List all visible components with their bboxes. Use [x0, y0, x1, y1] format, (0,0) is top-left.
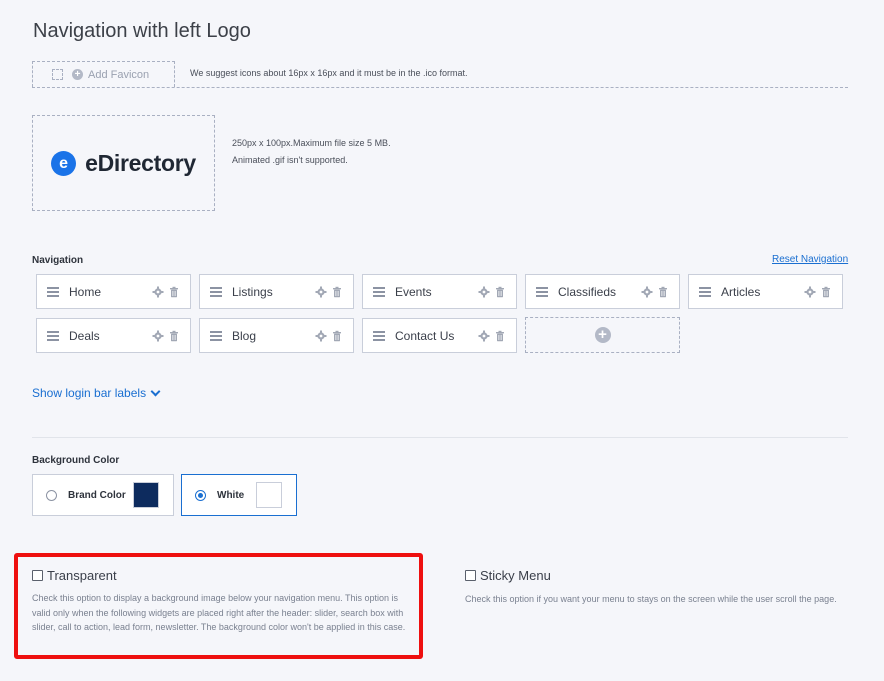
brand-color-swatch: [133, 482, 159, 508]
favicon-placeholder-icon: [52, 69, 63, 80]
drag-handle-icon[interactable]: [373, 330, 385, 341]
trash-icon[interactable]: [657, 286, 669, 298]
show-login-bar-labels-toggle[interactable]: Show login bar labels: [32, 386, 161, 400]
drag-handle-icon[interactable]: [536, 286, 548, 297]
nav-item-listings[interactable]: Listings: [199, 274, 354, 309]
nav-item-deals[interactable]: Deals: [36, 318, 191, 353]
nav-item-label: Classifieds: [558, 284, 617, 299]
nav-item-label: Events: [395, 284, 432, 299]
nav-item-articles[interactable]: Articles: [688, 274, 843, 309]
plus-circle-icon: +: [594, 327, 611, 343]
drag-handle-icon[interactable]: [47, 286, 59, 297]
logo-upload[interactable]: e eDirectory: [32, 115, 215, 211]
favicon-divider: [32, 87, 848, 88]
nav-item-home[interactable]: Home: [36, 274, 191, 309]
drag-handle-icon[interactable]: [210, 330, 222, 341]
gear-icon[interactable]: [152, 286, 164, 298]
trash-icon[interactable]: [494, 286, 506, 298]
brand-color-label: Brand Color: [68, 489, 126, 501]
edirectory-logo-icon: e: [51, 150, 77, 176]
chevron-down-icon: [150, 386, 161, 397]
reset-navigation-link[interactable]: Reset Navigation: [772, 254, 848, 265]
transparent-checkbox[interactable]: [32, 570, 43, 581]
trash-icon[interactable]: [331, 330, 343, 342]
logo-text: eDirectory: [85, 149, 196, 176]
transparent-option[interactable]: Transparent: [32, 568, 117, 583]
add-favicon-button[interactable]: + Add Favicon: [32, 61, 175, 87]
sticky-menu-checkbox[interactable]: [465, 570, 476, 581]
brand-color-option[interactable]: Brand Color: [32, 474, 174, 516]
gear-icon[interactable]: [152, 330, 164, 342]
drag-handle-icon[interactable]: [699, 286, 711, 297]
add-navigation-item-button[interactable]: +: [525, 317, 680, 353]
gear-icon[interactable]: [641, 286, 653, 298]
trash-icon[interactable]: [331, 286, 343, 298]
gear-icon[interactable]: [478, 330, 490, 342]
page-title: Navigation with left Logo: [33, 20, 251, 42]
favicon-hint: We suggest icons about 16px x 16px and i…: [190, 68, 468, 78]
white-color-radio[interactable]: [195, 489, 206, 501]
trash-icon[interactable]: [820, 286, 832, 298]
nav-item-label: Blog: [232, 328, 257, 343]
logo-hint-line2: Animated .gif isn't supported.: [232, 155, 348, 165]
white-color-option[interactable]: White: [181, 474, 297, 516]
nav-item-label: Contact Us: [395, 328, 455, 343]
brand-color-radio[interactable]: [46, 489, 57, 501]
drag-handle-icon[interactable]: [47, 330, 59, 341]
drag-handle-icon[interactable]: [210, 286, 222, 297]
plus-circle-icon: +: [72, 69, 83, 80]
gear-icon[interactable]: [315, 286, 327, 298]
nav-item-label: Listings: [232, 284, 273, 299]
transparent-description: Check this option to display a backgroun…: [32, 593, 406, 632]
trash-icon[interactable]: [168, 286, 180, 298]
navigation-label: Navigation: [32, 255, 84, 266]
add-favicon-label: Add Favicon: [88, 68, 150, 81]
gear-icon[interactable]: [478, 286, 490, 298]
nav-item-blog[interactable]: Blog: [199, 318, 354, 353]
trash-icon[interactable]: [494, 330, 506, 342]
sticky-menu-description: Check this option if you want your menu …: [465, 594, 837, 604]
gear-icon[interactable]: [315, 330, 327, 342]
drag-handle-icon[interactable]: [373, 286, 385, 297]
white-color-swatch: [256, 482, 282, 508]
nav-item-events[interactable]: Events: [362, 274, 517, 309]
nav-item-label: Home: [69, 284, 102, 299]
trash-icon[interactable]: [168, 330, 180, 342]
logo-hint: 250px x 100px.Maximum file size 5 MB. An…: [232, 135, 391, 169]
section-divider: [32, 437, 848, 438]
logo-hint-line1: 250px x 100px.Maximum file size 5 MB.: [232, 138, 391, 148]
nav-item-classifieds[interactable]: Classifieds: [525, 274, 680, 309]
nav-item-label: Articles: [721, 284, 761, 299]
background-color-label: Background Color: [32, 455, 120, 466]
nav-item-contact-us[interactable]: Contact Us: [362, 318, 517, 353]
white-color-label: White: [217, 489, 245, 501]
sticky-menu-option[interactable]: Sticky Menu: [465, 568, 551, 583]
sticky-menu-label: Sticky Menu: [480, 568, 551, 583]
transparent-label: Transparent: [47, 568, 117, 583]
show-login-bar-labels-label: Show login bar labels: [32, 386, 147, 400]
gear-icon[interactable]: [804, 286, 816, 298]
nav-item-label: Deals: [69, 328, 100, 343]
